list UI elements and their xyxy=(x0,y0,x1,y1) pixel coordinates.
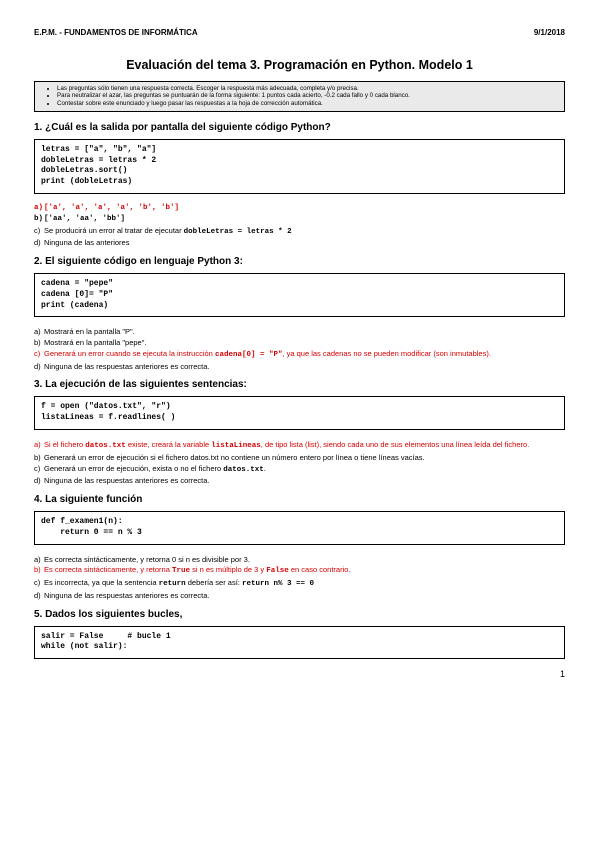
answer-b: b)['aa', 'aa', 'bb'] xyxy=(34,215,565,225)
question-1-code: letras = ["a", "b", "a"] dobleLetras = l… xyxy=(34,139,565,194)
question-1-answers: a)['a', 'a', 'a', 'a', 'b', 'b'] b)['aa'… xyxy=(34,204,565,248)
answer-c: c)Generará un error cuando se ejecuta la… xyxy=(34,349,565,361)
question-4-answers: a)Es correcta sintácticamente, y retorna… xyxy=(34,555,565,601)
page-number: 1 xyxy=(34,669,565,680)
answer-c: c)Se producirá un error al tratar de eje… xyxy=(34,226,565,238)
answer-d: d)Ninguna de las respuestas anteriores e… xyxy=(34,591,565,601)
answer-a: a)Es correcta sintácticamente, y retorna… xyxy=(34,555,565,565)
answer-c: c)Generará un error de ejecución, exista… xyxy=(34,464,565,476)
answer-a: a)Mostrará en la pantalla "P". xyxy=(34,327,565,337)
question-3-code: f = open ("datos.txt", "r") listaLineas … xyxy=(34,396,565,430)
answer-a: a)Si el fichero datos.txt existe, creará… xyxy=(34,440,565,452)
document-title: Evaluación del tema 3. Programación en P… xyxy=(34,58,565,73)
question-2-title: 2. El siguiente código en lenguaje Pytho… xyxy=(34,256,565,268)
answer-d: d)Ninguna de las respuestas anteriores e… xyxy=(34,476,565,486)
header-left: E.P.M. - FUNDAMENTOS DE INFORMÁTICA xyxy=(34,28,198,38)
question-1-title: 1. ¿Cuál es la salida por pantalla del s… xyxy=(34,122,565,134)
question-2-code: cadena = "pepe" cadena [0]= "P" print (c… xyxy=(34,273,565,317)
answer-c: c)Es incorrecta, ya que la sentencia ret… xyxy=(34,578,565,590)
instruction-item: Contestar sobre este enunciado y luego p… xyxy=(57,100,558,108)
question-3-answers: a)Si el fichero datos.txt existe, creará… xyxy=(34,440,565,486)
question-5-title: 5. Dados los siguientes bucles, xyxy=(34,609,565,621)
page-header: E.P.M. - FUNDAMENTOS DE INFORMÁTICA 9/1/… xyxy=(34,28,565,38)
answer-b: b)Es correcta sintácticamente, y retorna… xyxy=(34,565,565,577)
question-3-title: 3. La ejecución de las siguientes senten… xyxy=(34,379,565,391)
question-2-answers: a)Mostrará en la pantalla "P". b)Mostrar… xyxy=(34,327,565,371)
question-4-title: 4. La siguiente función xyxy=(34,494,565,506)
answer-b: b)Generará un error de ejecución si el f… xyxy=(34,453,565,463)
answer-a: a)['a', 'a', 'a', 'a', 'b', 'b'] xyxy=(34,204,565,214)
question-5-code: salir = False # bucle 1 while (not salir… xyxy=(34,626,565,660)
question-4-code: def f_examen1(n): return 0 == n % 3 xyxy=(34,511,565,545)
instruction-item: Para neutralizar el azar, las preguntas … xyxy=(57,92,558,100)
answer-d: d)Ninguna de las anteriores xyxy=(34,238,565,248)
answer-b: b)Mostrará en la pantalla "pepe". xyxy=(34,338,565,348)
header-date: 9/1/2018 xyxy=(534,28,565,38)
instructions-box: Las preguntas sólo tienen una respuesta … xyxy=(34,81,565,112)
instruction-item: Las preguntas sólo tienen una respuesta … xyxy=(57,85,558,93)
answer-d: d)Ninguna de las respuestas anteriores e… xyxy=(34,362,565,372)
